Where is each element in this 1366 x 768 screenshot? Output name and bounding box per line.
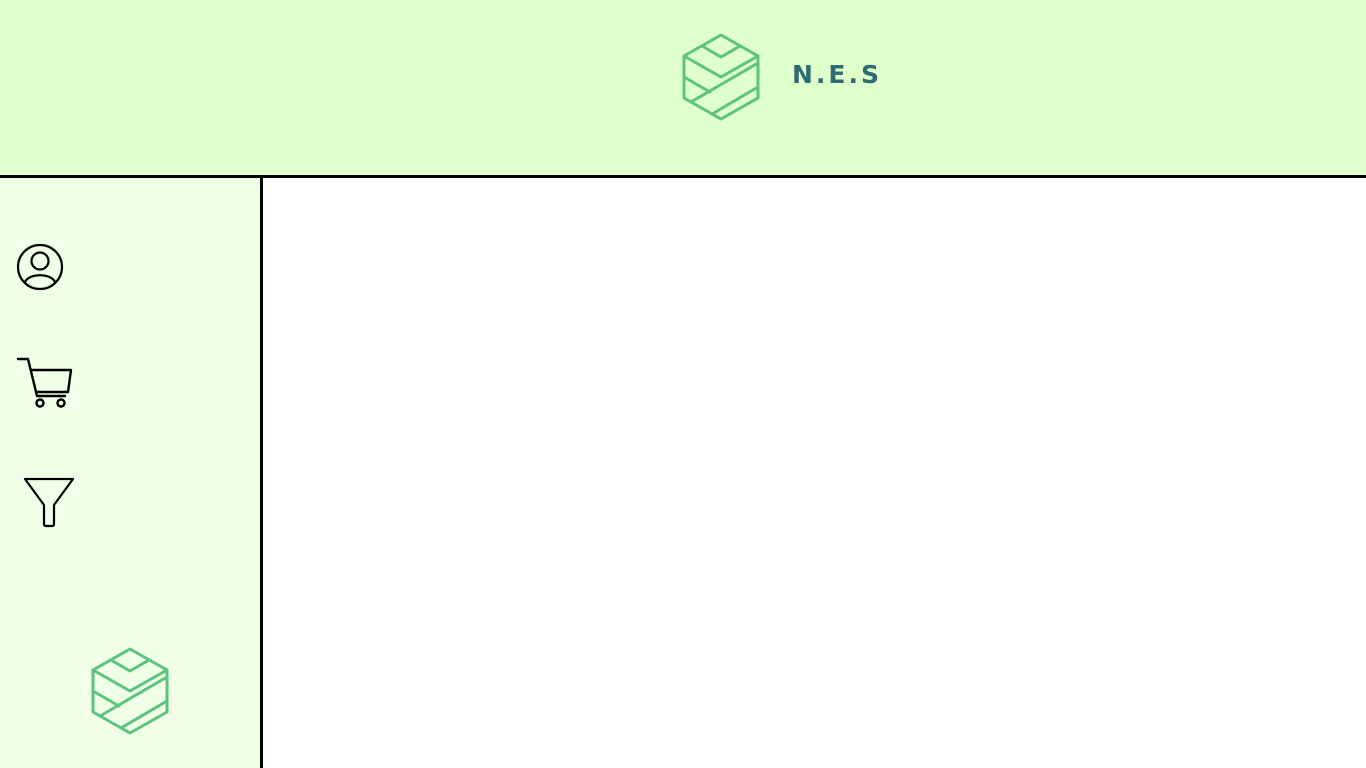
filter-funnel-icon[interactable]	[22, 476, 76, 528]
user-profile-icon[interactable]	[15, 242, 65, 292]
brand-name: N.E.S	[792, 59, 882, 89]
brand[interactable]: N.E.S	[682, 33, 882, 121]
hexagon-logo-icon	[91, 647, 169, 735]
shopping-cart-icon[interactable]	[15, 356, 75, 410]
app-window: N.E.S	[0, 0, 1366, 768]
sidebar	[0, 178, 263, 768]
top-header: N.E.S	[0, 0, 1366, 178]
hexagon-logo-icon	[682, 33, 760, 121]
main-content	[263, 178, 1366, 768]
